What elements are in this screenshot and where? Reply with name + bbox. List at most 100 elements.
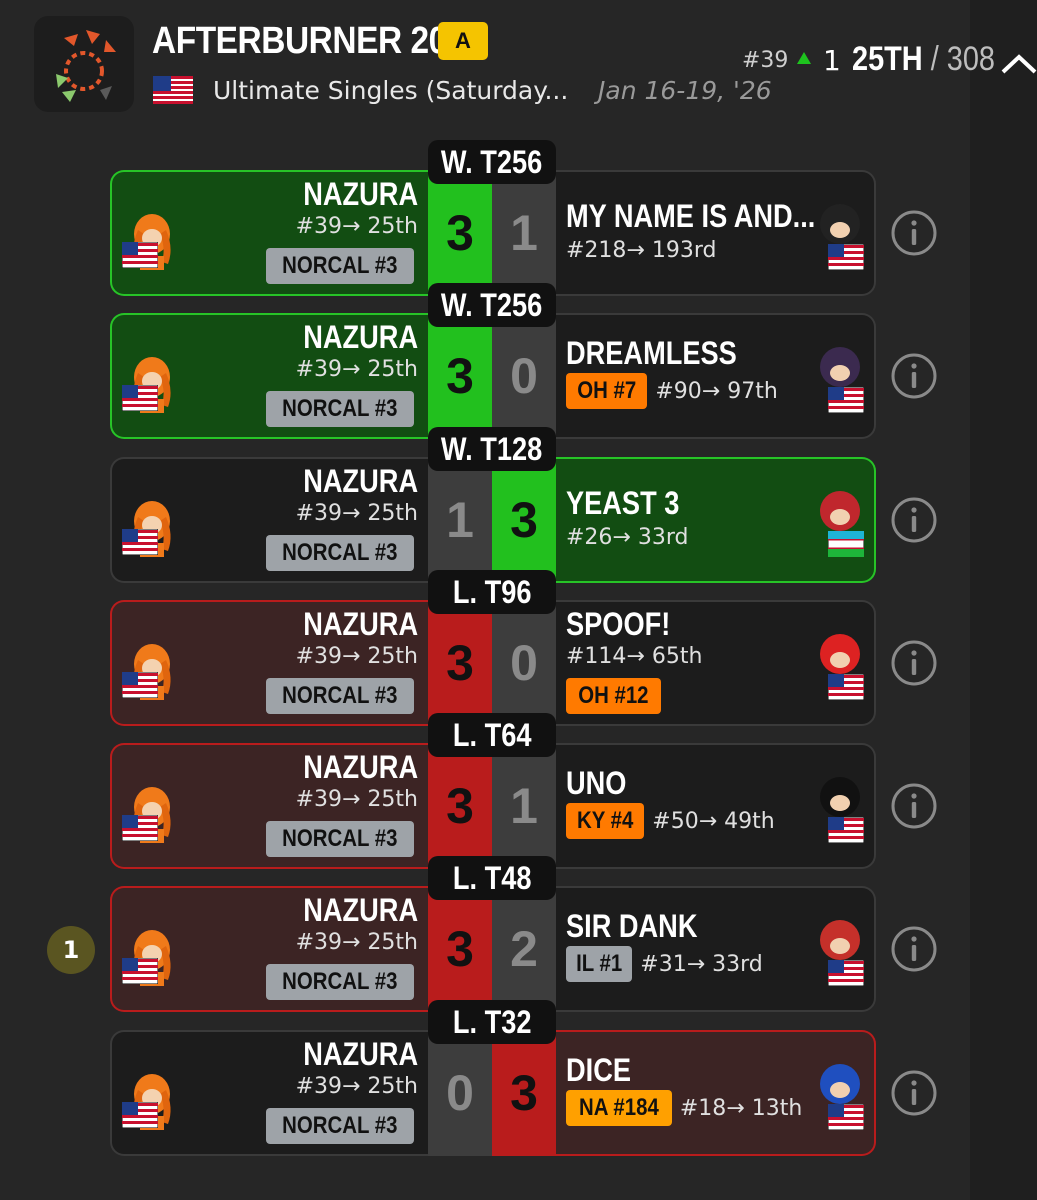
match-row-6[interactable]: NAZURA #39→ 25th NORCAL #3 3 2 L. T48 SI…: [110, 856, 876, 1012]
usa-flag-icon: [121, 814, 159, 845]
player2-seed-placing: #218→ 193rd: [566, 238, 717, 263]
player2-region-tag: OH #12: [566, 678, 661, 714]
player2-details: NA #184 #18→ 13th: [566, 1090, 802, 1126]
player1-seed-placing: #39→ 25th: [295, 501, 418, 526]
usa-flag-icon: [827, 816, 865, 847]
player1-score: 1: [428, 457, 492, 583]
round-label-text: L. T64: [452, 716, 532, 753]
player2-region-tag-text: NA #184: [579, 1094, 659, 1121]
player2-name[interactable]: DREAMLESS: [566, 335, 737, 372]
player1-region-tag-text: NORCAL #3: [282, 825, 398, 852]
player1-score: 3: [428, 600, 492, 726]
round-label-text: W. T128: [441, 430, 543, 467]
placing-total: / 308: [930, 40, 995, 78]
info-icon[interactable]: [890, 925, 938, 973]
player-avatar: [121, 781, 178, 851]
round-label: L. T64: [428, 713, 556, 757]
player1-region-tag-text: NORCAL #3: [282, 395, 398, 422]
arrow-up-icon: [797, 52, 811, 64]
match-row-5[interactable]: NAZURA #39→ 25th NORCAL #3 3 1 L. T64 UN…: [110, 713, 876, 869]
player1-seed-placing: #39→ 25th: [295, 644, 418, 669]
player2-details: KY #4 #50→ 49th: [566, 803, 775, 839]
tier-badge: A: [438, 22, 488, 60]
player2-seed-placing: #18→ 13th: [679, 1095, 803, 1121]
player2-score: 3: [492, 1030, 556, 1156]
round-label: W. T128: [428, 427, 556, 471]
right-edge-panel: [970, 0, 1037, 1200]
player2-name[interactable]: SIR DANK: [566, 908, 697, 945]
round-label: L. T32: [428, 1000, 556, 1044]
round-label: W. T256: [428, 140, 556, 184]
usa-flag-icon: [827, 1103, 865, 1134]
match-row-3[interactable]: NAZURA #39→ 25th NORCAL #3 1 3 W. T128 Y…: [110, 427, 876, 583]
usa-flag-icon: [121, 957, 159, 988]
player2-seed-placing: #50→ 49th: [652, 808, 775, 834]
player2-name[interactable]: MY NAME IS AND...: [566, 198, 815, 235]
usa-flag-icon: [121, 384, 159, 415]
usa-flag-icon: [121, 241, 159, 272]
player1-region-tag: NORCAL #3: [266, 535, 414, 571]
player2-score: 0: [492, 313, 556, 439]
round-label: L. T96: [428, 570, 556, 614]
player-avatar: [121, 924, 178, 994]
player2-region-tag-text: OH #12: [578, 682, 649, 709]
usa-flag-icon: [827, 243, 865, 274]
player1-region-tag-text: NORCAL #3: [282, 682, 398, 709]
player1-score: 3: [428, 743, 492, 869]
seed-label: #39: [742, 48, 789, 73]
player2-name[interactable]: YEAST 3: [566, 485, 679, 522]
player2-score: 0: [492, 600, 556, 726]
usa-flag-icon: [827, 959, 865, 990]
player2-score: 1: [492, 170, 556, 296]
player2-name[interactable]: UNO: [566, 765, 626, 802]
player1-score: 3: [428, 170, 492, 296]
opponent-avatar: [812, 626, 868, 702]
player1-seed-placing: #39→ 25th: [295, 930, 418, 955]
info-icon[interactable]: [890, 209, 938, 257]
info-icon[interactable]: [890, 782, 938, 830]
player2-region-tag: NA #184: [566, 1090, 672, 1126]
usa-flag-icon: [121, 1101, 159, 1132]
player1-name: NAZURA: [303, 176, 418, 212]
player2-name[interactable]: SPOOF!: [566, 606, 670, 643]
info-icon[interactable]: [890, 352, 938, 400]
round-label-text: L. T32: [452, 1003, 532, 1040]
event-logo-icon[interactable]: [34, 16, 134, 112]
match-row-4[interactable]: NAZURA #39→ 25th NORCAL #3 3 0 L. T96 SP…: [110, 570, 876, 726]
match-row-7[interactable]: NAZURA #39→ 25th NORCAL #3 0 3 L. T32 DI…: [110, 1000, 876, 1156]
step-badge: 1: [47, 926, 95, 974]
round-label: W. T256: [428, 283, 556, 327]
player1-region-tag: NORCAL #3: [266, 964, 414, 1000]
info-icon[interactable]: [890, 1069, 938, 1117]
player2-region-tag-text: KY #4: [576, 807, 634, 834]
placing: 25TH / 308: [852, 40, 995, 79]
player1-name: NAZURA: [303, 749, 418, 785]
opponent-avatar: [812, 1056, 868, 1132]
player1-seed-placing: #39→ 25th: [295, 1074, 418, 1099]
player-avatar: [121, 1068, 178, 1138]
usa-flag-icon: [827, 386, 865, 417]
player2-seed-placing: #114→ 65th: [566, 644, 703, 669]
player2-seed-placing: #26→ 33rd: [566, 525, 689, 550]
event-date: Jan 16-19, '26: [598, 76, 772, 105]
match-row-1[interactable]: NAZURA #39→ 25th NORCAL #3 3 1 W. T256 M…: [110, 140, 876, 296]
round-label: L. T48: [428, 856, 556, 900]
player2-score: 2: [492, 886, 556, 1012]
player1-region-tag-text: NORCAL #3: [282, 968, 398, 995]
player2-name[interactable]: DICE: [566, 1052, 631, 1089]
chevron-up-icon[interactable]: [1000, 52, 1037, 80]
info-icon[interactable]: [890, 496, 938, 544]
match-row-2[interactable]: NAZURA #39→ 25th NORCAL #3 3 0 W. T256 D…: [110, 283, 876, 439]
player-avatar: [121, 208, 178, 278]
event-name: Ultimate Singles (Saturday...: [213, 76, 569, 105]
info-icon[interactable]: [890, 639, 938, 687]
player1-region-tag-text: NORCAL #3: [282, 539, 398, 566]
player1-region-tag: NORCAL #3: [266, 1108, 414, 1144]
player2-score: 1: [492, 743, 556, 869]
player1-region-tag-text: NORCAL #3: [282, 1112, 398, 1139]
placing-value: 25TH: [852, 40, 923, 78]
player1-seed-placing: #39→ 25th: [295, 214, 418, 239]
player2-score: 3: [492, 457, 556, 583]
opponent-avatar: [812, 483, 868, 559]
player1-score: 0: [428, 1030, 492, 1156]
